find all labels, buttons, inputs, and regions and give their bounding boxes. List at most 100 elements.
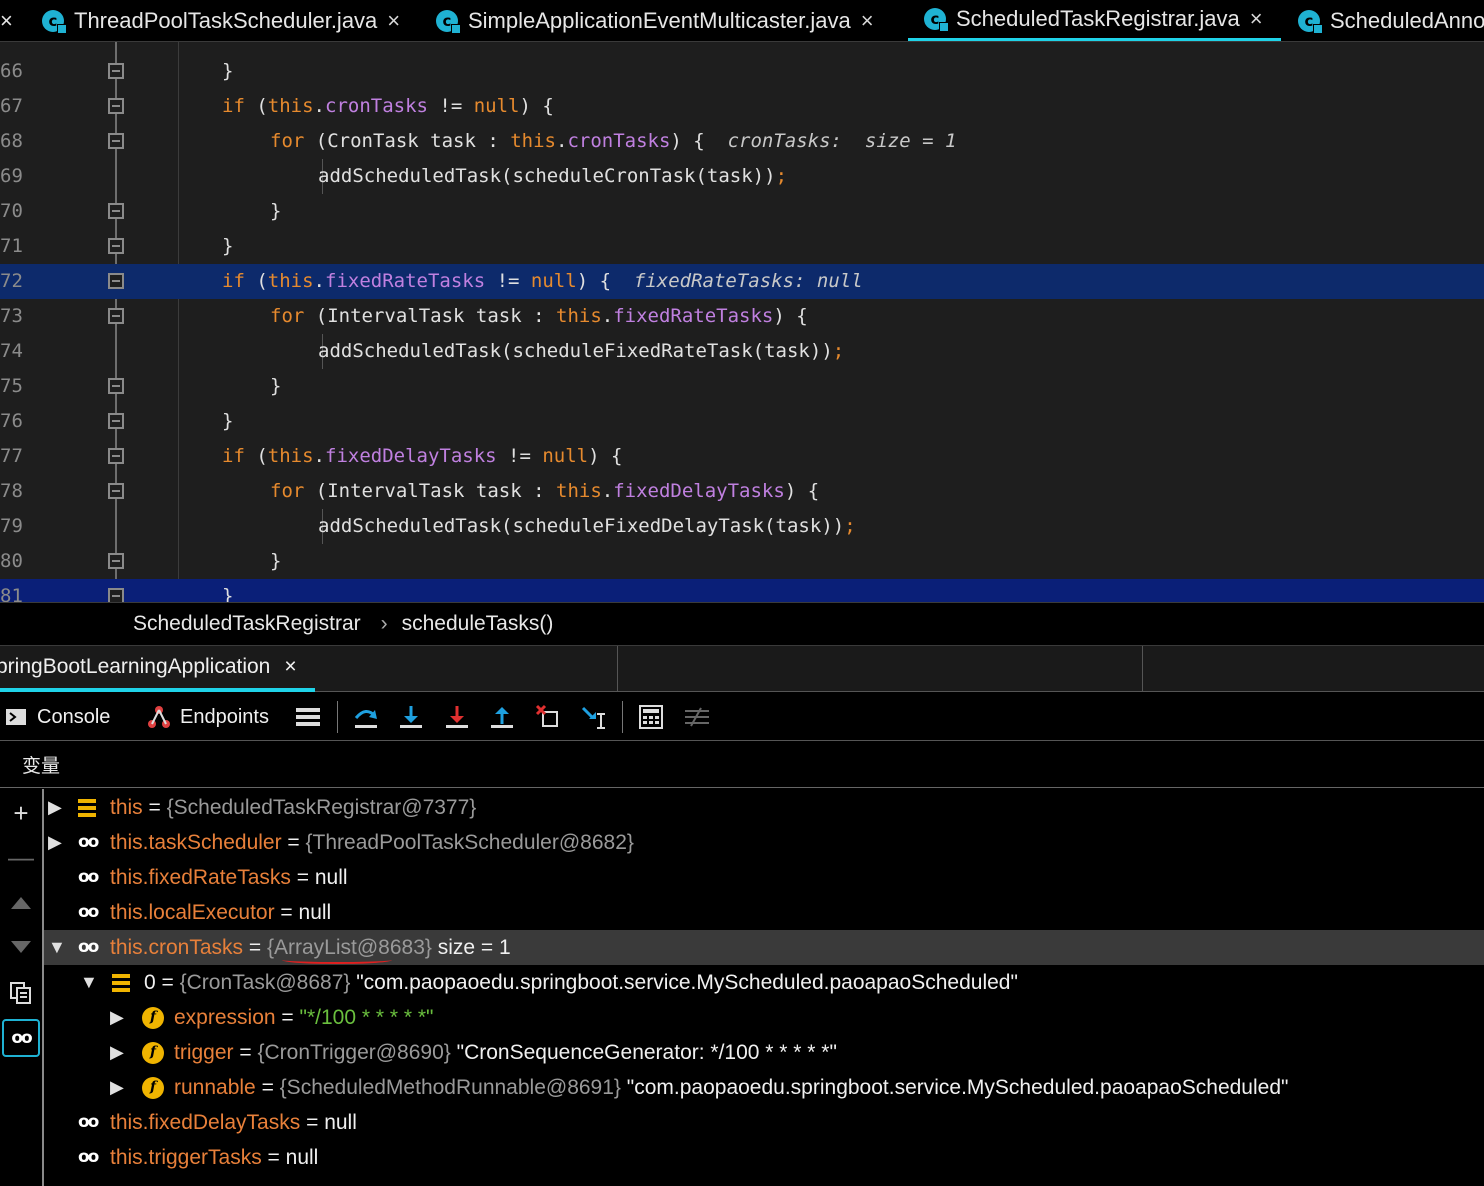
- code-line[interactable]: 70}: [0, 194, 1484, 229]
- fold-end-icon[interactable]: [108, 553, 124, 569]
- expand-arrow-icon[interactable]: ▶: [110, 1035, 124, 1070]
- variable-row[interactable]: ▶ f runnable = {ScheduledMethodRunnable@86…: [44, 1070, 1484, 1105]
- variable-row[interactable]: oo this.fixedDelayTasks = null: [44, 1105, 1484, 1140]
- fold-collapse-icon[interactable]: [108, 273, 124, 289]
- code-line[interactable]: 77 if (this.fixedDelayTasks != null) {: [0, 439, 1484, 474]
- variable-row[interactable]: ▶ f expression = "*/100 * * * * *": [44, 1000, 1484, 1035]
- move-down-button[interactable]: [0, 927, 42, 967]
- fold-end-icon[interactable]: [108, 378, 124, 394]
- code-line[interactable]: 69 addScheduledTask(scheduleCronTask(task…: [0, 159, 1484, 194]
- evaluate-expression-button[interactable]: [639, 693, 663, 741]
- code-line[interactable]: 76}: [0, 404, 1484, 439]
- variables-tree: ▶ this = {ScheduledTaskRegistrar@7377} ▶ oo…: [44, 789, 1484, 1186]
- line-number[interactable]: 71: [0, 229, 40, 264]
- variable-row[interactable]: ▼ 0 = {CronTask@8687} "com.paopaoedu.spri…: [44, 965, 1484, 1000]
- line-number[interactable]: 67: [0, 89, 40, 124]
- variable-row[interactable]: ▼ oo this.cronTasks = {ArrayList@8683} siz…: [44, 930, 1484, 965]
- code-token: ;: [775, 165, 788, 187]
- code-line[interactable]: 74 addScheduledTask(scheduleFixedRateTask…: [0, 334, 1484, 369]
- fold-end-icon[interactable]: [108, 203, 124, 219]
- expand-arrow-icon[interactable]: ▶: [110, 1000, 124, 1035]
- line-number[interactable]: 74: [0, 334, 40, 369]
- line-number[interactable]: 79: [0, 509, 40, 544]
- variable-row[interactable]: ▶ oo this.taskScheduler = {ThreadPoolTaskS…: [44, 825, 1484, 860]
- code-line[interactable]: 66}: [0, 54, 1484, 89]
- line-number[interactable]: 81: [0, 579, 40, 602]
- step-over-button[interactable]: [353, 693, 379, 741]
- line-number[interactable]: 66: [0, 54, 40, 89]
- close-icon[interactable]: ×: [1250, 6, 1263, 32]
- run-config-tab[interactable]: pringBootLearningApplication ×: [0, 646, 315, 692]
- remove-watch-button[interactable]: —: [0, 837, 42, 877]
- expand-arrow-icon[interactable]: ▶: [48, 825, 62, 860]
- line-number[interactable]: 77: [0, 439, 40, 474]
- line-number[interactable]: 78: [0, 474, 40, 509]
- run-to-cursor-button[interactable]: [580, 693, 608, 741]
- line-number[interactable]: 70: [0, 194, 40, 229]
- variable-row[interactable]: ▶ f trigger = {CronTrigger@8690} "CronSequ…: [44, 1035, 1484, 1070]
- code-line[interactable]: 71}: [0, 229, 1484, 264]
- code-token: }: [222, 60, 234, 82]
- close-icon[interactable]: ×: [284, 655, 296, 679]
- line-number[interactable]: 75: [0, 369, 40, 404]
- fold-collapse-icon[interactable]: [108, 483, 124, 499]
- frames-menu-button[interactable]: [296, 693, 320, 741]
- equals-sign: =: [261, 1146, 286, 1169]
- tab-scheduledtaskregistrar[interactable]: c ScheduledTaskRegistrar.java ×: [908, 0, 1281, 41]
- code-line[interactable]: 67 if (this.cronTasks != null) {: [0, 89, 1484, 124]
- copy-button[interactable]: [0, 973, 42, 1013]
- fold-end-icon[interactable]: [108, 413, 124, 429]
- step-into-button[interactable]: [398, 693, 424, 741]
- fold-end-icon[interactable]: [108, 588, 124, 602]
- show-watches-toggle[interactable]: oo: [2, 1019, 40, 1057]
- code-line[interactable]: 75}: [0, 369, 1484, 404]
- expand-arrow-icon[interactable]: ▶: [110, 1070, 124, 1105]
- collapse-arrow-icon[interactable]: ▼: [80, 965, 98, 1000]
- line-number[interactable]: 69: [0, 159, 40, 194]
- code-line[interactable]: 79 addScheduledTask(scheduleFixedDelayTas…: [0, 509, 1484, 544]
- fold-collapse-icon[interactable]: [108, 308, 124, 324]
- close-icon[interactable]: ×: [387, 8, 400, 34]
- variable-row[interactable]: oo this.localExecutor = null: [44, 895, 1484, 930]
- trace-current-stream-button[interactable]: [685, 693, 709, 741]
- breadcrumb-class[interactable]: ScheduledTaskRegistrar: [133, 612, 361, 636]
- step-out-button[interactable]: [489, 693, 515, 741]
- variable-row[interactable]: oo this.fixedRateTasks = null: [44, 860, 1484, 895]
- variable-row[interactable]: oo this.triggerTasks = null: [44, 1140, 1484, 1175]
- line-number[interactable]: 73: [0, 299, 40, 334]
- fold-collapse-icon[interactable]: [108, 133, 124, 149]
- breadcrumb-method[interactable]: scheduleTasks(): [402, 612, 554, 636]
- fold-collapse-icon[interactable]: [108, 98, 124, 114]
- fold-end-icon[interactable]: [108, 238, 124, 254]
- console-tab[interactable]: Console: [5, 693, 110, 741]
- fold-collapse-icon[interactable]: [108, 448, 124, 464]
- line-number[interactable]: 80: [0, 544, 40, 579]
- tab-close-button[interactable]: ×: [0, 0, 13, 41]
- add-watch-button[interactable]: +: [0, 793, 42, 833]
- step-over-icon: [354, 710, 377, 728]
- force-step-into-button[interactable]: [444, 693, 470, 741]
- triangle-up-icon: [11, 897, 31, 909]
- code-line[interactable]: 81}: [0, 579, 1484, 602]
- move-up-button[interactable]: [0, 883, 42, 923]
- fold-end-icon[interactable]: [108, 63, 124, 79]
- expand-arrow-icon[interactable]: ▶: [48, 790, 62, 825]
- tab-scheduledannotation[interactable]: c ScheduledAnno: [1298, 0, 1484, 41]
- line-number[interactable]: 76: [0, 404, 40, 439]
- code-editor[interactable]: 66} 67 if (this.cronTasks != null) {68 for …: [0, 42, 1484, 602]
- collapse-arrow-icon[interactable]: ▼: [48, 930, 66, 965]
- variable-row[interactable]: ▶ this = {ScheduledTaskRegistrar@7377}: [44, 790, 1484, 825]
- line-number[interactable]: 68: [0, 124, 40, 159]
- code-line[interactable]: 72 if (this.fixedRateTasks != null) { fix…: [0, 264, 1484, 299]
- code-line[interactable]: 68 for (CronTask task : this.cronTasks) {…: [0, 124, 1484, 159]
- endpoints-tab[interactable]: Endpoints: [146, 693, 269, 741]
- close-icon[interactable]: ×: [0, 8, 13, 34]
- code-line[interactable]: 78 for (IntervalTask task : this.fixedDel…: [0, 474, 1484, 509]
- drop-frame-button[interactable]: [535, 693, 561, 741]
- close-icon[interactable]: ×: [861, 8, 874, 34]
- tab-threadpooltaskscheduler[interactable]: c ThreadPoolTaskScheduler.java ×: [42, 0, 400, 41]
- code-line[interactable]: 80}: [0, 544, 1484, 579]
- line-number[interactable]: 72: [0, 264, 40, 299]
- code-line[interactable]: 73 for (IntervalTask task : this.fixedRat…: [0, 299, 1484, 334]
- tab-simpleapplicationeventmulticaster[interactable]: c SimpleApplicationEventMulticaster.java…: [436, 0, 874, 41]
